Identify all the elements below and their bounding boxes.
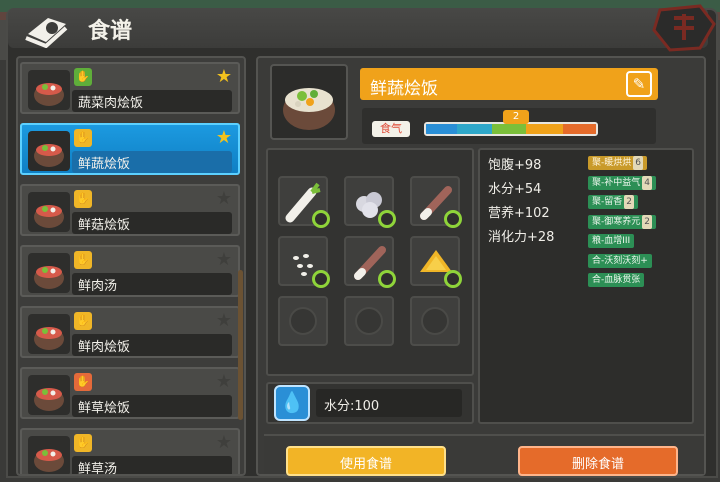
recipe-name: 蔬菜肉烩饭 — [78, 96, 144, 111]
edit-icon[interactable]: ✎ — [626, 71, 652, 97]
recipe-name: 鲜肉烩饭 — [78, 340, 131, 355]
dish-bowl-icon — [283, 88, 335, 130]
water-drop-icon: 💧 — [274, 385, 310, 421]
empty-ingredient-slot[interactable] — [278, 296, 328, 346]
effect-count: 2 — [642, 214, 652, 229]
nutrition-stat: 营养+102 — [488, 206, 550, 221]
empty-ingredient-slot[interactable] — [410, 296, 460, 346]
effect-tag: 聚-暖烘烘 6 — [588, 156, 647, 170]
window-title: 食谱 — [88, 19, 133, 44]
effect-tag: 合-血脉贯张 — [588, 273, 645, 287]
empty-slot-icon — [289, 307, 317, 335]
use-recipe-button[interactable]: 使用食谱 — [286, 446, 446, 476]
effect-label: 聚-补中益气 — [592, 177, 641, 188]
effect-label: 粮-血增III — [592, 236, 631, 246]
ingredient-slot[interactable] — [410, 176, 462, 228]
effect-label: 合-沃刻沃刻+ — [592, 255, 648, 266]
recipe-name: 鲜肉汤 — [78, 279, 118, 294]
recipe-type-badge: ✋ — [74, 190, 92, 208]
nutrition-stat: 饱腹+98 — [488, 158, 542, 173]
effect-tag: 聚-御寒养元 2 — [588, 214, 656, 229]
recipe-list-item[interactable]: ✋ 鲜肉烩饭 ★ — [20, 306, 240, 358]
favorite-star-icon[interactable]: ★ — [216, 188, 232, 209]
recipe-name: 鲜草烩饭 — [78, 401, 131, 416]
dish-thumbnail — [28, 253, 70, 293]
ingredient-ready-icon — [444, 210, 462, 228]
favorite-star-icon[interactable]: ★ — [216, 249, 232, 270]
ingredient-ready-icon — [378, 270, 396, 288]
effect-label: 聚-暖烘烘 — [592, 158, 632, 168]
recipe-type-badge: ✋ — [74, 251, 92, 269]
ingredient-ready-icon — [312, 270, 330, 288]
dish-thumbnail — [28, 192, 70, 232]
ingredient-slot[interactable] — [278, 176, 330, 228]
flavor-label: 食气 — [372, 121, 410, 137]
recipe-book-icon — [25, 18, 68, 48]
ingredient-slot[interactable] — [344, 176, 396, 228]
recipe-name: 鲜草汤 — [78, 462, 118, 476]
water-value: 水分:100 — [324, 399, 380, 414]
effect-label: 聚-御寒养元 — [592, 216, 641, 227]
effect-count: 4 — [642, 175, 652, 190]
recipe-type-badge: ✋ — [74, 373, 92, 391]
favorite-star-icon[interactable]: ★ — [216, 432, 232, 453]
empty-ingredient-slot[interactable] — [344, 296, 394, 346]
flavor-gauge — [424, 122, 598, 136]
ingredient-ready-icon — [444, 270, 462, 288]
ingredient-slot[interactable] — [410, 236, 462, 288]
effect-tag: 粮-血增III — [588, 234, 635, 248]
recipe-type-badge: ✋ — [74, 68, 92, 86]
favorite-star-icon[interactable]: ★ — [216, 66, 232, 87]
dish-name: 鲜蔬烩饭 — [370, 79, 438, 99]
delete-recipe-button[interactable]: 删除食谱 — [518, 446, 678, 476]
flavor-level-marker: 2 — [503, 110, 529, 124]
dish-thumbnail — [28, 375, 70, 415]
effect-count: 6 — [633, 156, 643, 170]
effect-tag: 聚-留香 2 — [588, 195, 638, 209]
effect-tag: 聚-补中益气 4 — [588, 175, 656, 190]
recipe-name: 鲜菇烩饭 — [78, 218, 131, 233]
recipe-list-item[interactable]: ✋ 蔬菜肉烩饭 ★ — [20, 62, 240, 114]
recipe-name: 鲜蔬烩饭 — [78, 157, 131, 172]
recipe-list-item[interactable]: ✋ 鲜蔬烩饭 ★ — [20, 123, 240, 175]
recipe-type-badge: ✋ — [74, 312, 92, 330]
ingredient-ready-icon — [378, 210, 396, 228]
recipe-list-item[interactable]: ✋ 鲜菇烩饭 ★ — [20, 184, 240, 236]
recipe-list-scrollbar[interactable] — [238, 270, 243, 420]
nutrition-stat: 水分+54 — [488, 182, 542, 197]
effect-label: 聚-留香 — [592, 197, 623, 207]
corner-decoration-icon — [652, 4, 716, 52]
effect-label: 合-血脉贯张 — [592, 275, 641, 285]
favorite-star-icon[interactable]: ★ — [216, 371, 232, 392]
favorite-star-icon[interactable]: ★ — [216, 310, 232, 331]
recipe-list-item[interactable]: ✋ 鲜草烩饭 ★ — [20, 367, 240, 419]
ingredient-slot[interactable] — [278, 236, 330, 288]
effect-count: 2 — [624, 195, 634, 209]
favorite-star-icon[interactable]: ★ — [216, 127, 232, 148]
dish-thumbnail — [28, 70, 70, 110]
dish-thumbnail — [28, 131, 70, 171]
empty-slot-icon — [421, 307, 449, 335]
nutrition-stat: 消化力+28 — [488, 230, 555, 245]
effect-tag: 合-沃刻沃刻+ — [588, 253, 652, 268]
recipe-list-item[interactable]: ✋ 鲜草汤 ★ — [20, 428, 240, 476]
dish-preview — [270, 64, 348, 140]
recipe-list: ✋ 蔬菜肉烩饭 ★ ✋ 鲜蔬烩饭 ★ ✋ 鲜菇烩饭 ★ ✋ 鲜肉汤 ★ ✋ 鲜肉烩饭 ★ ✋ 鲜草烩饭 ★ ✋ 鲜草汤… — [16, 56, 246, 476]
ingredient-slot[interactable] — [344, 236, 396, 288]
dish-thumbnail — [28, 436, 70, 474]
ingredient-ready-icon — [312, 210, 330, 228]
empty-slot-icon — [355, 307, 383, 335]
recipe-list-item[interactable]: ✋ 鲜肉汤 ★ — [20, 245, 240, 297]
dish-thumbnail — [28, 314, 70, 354]
recipe-type-badge: ✋ — [74, 129, 92, 147]
recipe-type-badge: ✋ — [74, 434, 92, 452]
